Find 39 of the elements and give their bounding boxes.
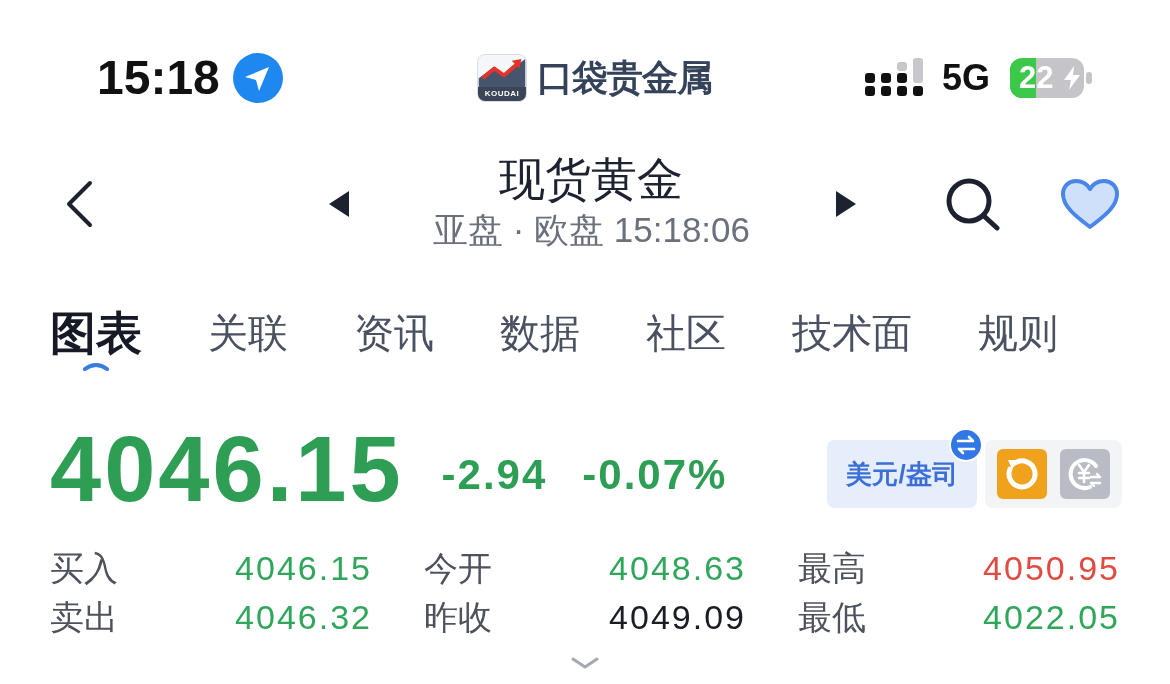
left-triangle-icon[interactable]: [328, 191, 349, 217]
tab[interactable]: 规则: [978, 308, 1058, 378]
session-time: 亚盘 · 欧盘 15:18:06: [432, 209, 751, 251]
heart-icon[interactable]: [1060, 178, 1120, 230]
back-icon[interactable]: [65, 180, 93, 228]
chevron-down-icon[interactable]: [570, 656, 600, 670]
stat-label: 卖出: [50, 597, 118, 638]
tab[interactable]: 技术面: [792, 308, 912, 378]
stat-value: 4048.63: [609, 548, 746, 589]
app-name: 口袋贵金属: [537, 60, 712, 96]
network-type: 5G: [941, 60, 990, 96]
tab[interactable]: 数据: [500, 308, 580, 378]
stat-value: 4046.15: [235, 548, 372, 589]
logo-caption: KOUDAI: [478, 87, 526, 101]
stat-value: 4049.09: [609, 597, 746, 638]
signal-icon: [864, 58, 923, 98]
stat-label: 买入: [50, 548, 118, 589]
tab[interactable]: 关联: [208, 308, 288, 378]
percent-change: -0.07%: [582, 454, 728, 496]
stat-label: 最低: [798, 597, 866, 638]
stat-value: 4046.32: [235, 597, 372, 638]
price-change: -2.94: [441, 454, 548, 496]
stat-label: 今开: [424, 548, 492, 589]
lightning-bolt-icon: [1064, 66, 1080, 90]
page-title: 现货黄金: [498, 153, 685, 205]
arc-indicator-icon: [82, 362, 110, 371]
search-icon[interactable]: [945, 177, 1001, 231]
tab[interactable]: 图表: [50, 308, 142, 378]
unit-toggle-button[interactable]: 美元/盎司: [827, 440, 977, 508]
stat-value: 4050.95: [983, 548, 1120, 589]
tab[interactable]: 资讯: [354, 308, 434, 378]
stat-value: 4022.05: [983, 597, 1120, 638]
stat-label: 昨收: [424, 597, 492, 638]
tab[interactable]: 社区: [646, 308, 726, 378]
right-triangle-icon[interactable]: [836, 191, 857, 217]
status-time: 15:18: [97, 54, 220, 102]
stat-label: 最高: [798, 548, 866, 589]
last-price: 4046.15: [50, 424, 404, 514]
swap-arrows-icon[interactable]: [949, 428, 983, 462]
